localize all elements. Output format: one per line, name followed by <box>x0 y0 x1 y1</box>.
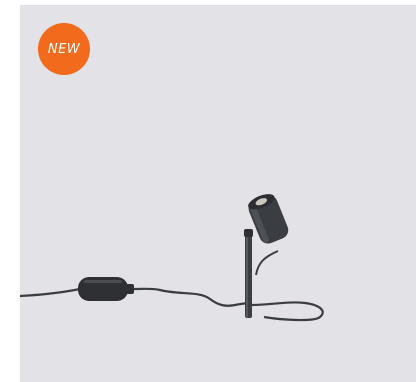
spotlight-joint <box>244 229 253 237</box>
spotlight-product-image <box>20 194 324 322</box>
product-card[interactable]: NEW <box>20 5 416 382</box>
cable-loop <box>251 301 324 322</box>
cable-left <box>20 287 81 298</box>
spotlight-stake <box>245 230 252 318</box>
cable-middle <box>133 287 251 307</box>
plug-icon <box>78 277 134 301</box>
cable-up <box>255 250 279 276</box>
spotlight-head-icon <box>248 194 289 244</box>
